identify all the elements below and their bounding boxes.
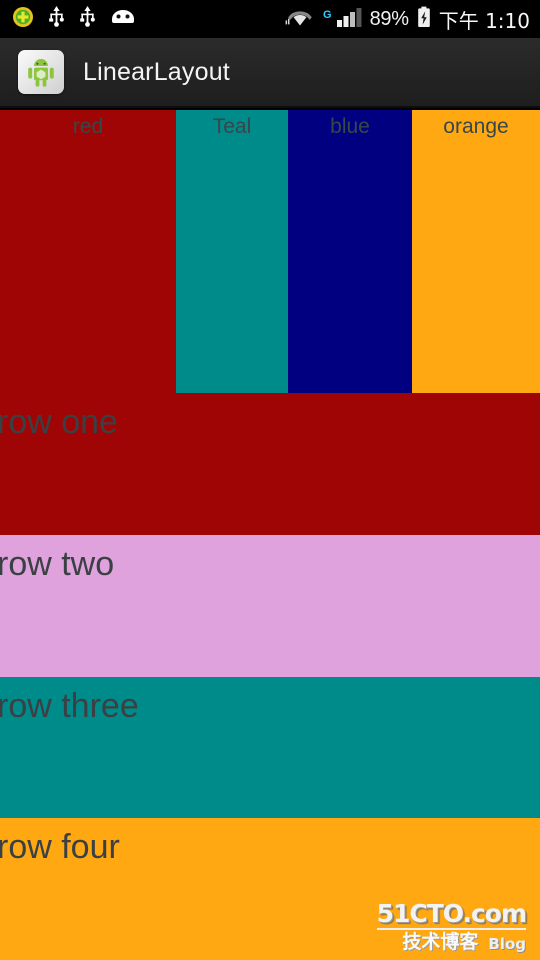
- battery-charging-icon: [417, 6, 431, 33]
- usb-icon: [79, 5, 96, 34]
- column-label: orange: [443, 115, 509, 138]
- status-bar-left-icons: [12, 5, 136, 34]
- column-blue[interactable]: blue: [288, 110, 412, 393]
- watermark-subtitle: 技术博客: [402, 931, 479, 953]
- battery-percent-label: 89%: [369, 7, 409, 30]
- column-row: red Teal blue orange: [0, 110, 540, 393]
- usb-icon: [48, 5, 65, 34]
- column-label: blue: [330, 115, 370, 138]
- watermark-blog-label: Blog: [488, 935, 526, 953]
- linear-layout-demo: red Teal blue orange row one row two row…: [0, 110, 540, 960]
- device-screen: G 89% 下午 1:10 LinearLayout red Teal blue…: [0, 0, 540, 960]
- signal-bars-icon: [336, 6, 362, 33]
- column-red[interactable]: red: [0, 110, 176, 393]
- column-orange[interactable]: orange: [412, 110, 540, 393]
- column-teal[interactable]: Teal: [176, 110, 288, 393]
- column-label: red: [72, 115, 104, 138]
- wifi-icon: [285, 5, 315, 34]
- row-label: row one: [0, 403, 118, 441]
- network-type-label: G: [323, 8, 332, 21]
- row-label: row two: [0, 545, 115, 583]
- watermark-site: 51CTO.com: [376, 899, 527, 928]
- red-section: red Teal blue orange row one: [0, 110, 540, 535]
- status-bar-right-icons: G 89% 下午 1:10: [285, 5, 530, 34]
- plus-circle-icon: [12, 6, 34, 33]
- android-app-icon[interactable]: [18, 50, 64, 94]
- row-label: row three: [0, 687, 139, 725]
- clock-label: 下午 1:10: [438, 8, 530, 33]
- row-one[interactable]: row one: [0, 393, 540, 535]
- android-head-icon: [110, 8, 136, 31]
- watermark-divider: [376, 928, 526, 930]
- row-label: row four: [0, 828, 120, 866]
- row-two[interactable]: row two: [0, 535, 540, 677]
- row-three[interactable]: row three: [0, 677, 540, 818]
- column-label: Teal: [212, 115, 252, 138]
- watermark: 51CTO.com 技术博客 Blog: [376, 899, 527, 953]
- status-bar: G 89% 下午 1:10: [0, 0, 540, 38]
- page-title: LinearLayout: [83, 57, 230, 86]
- action-bar: LinearLayout: [0, 38, 540, 108]
